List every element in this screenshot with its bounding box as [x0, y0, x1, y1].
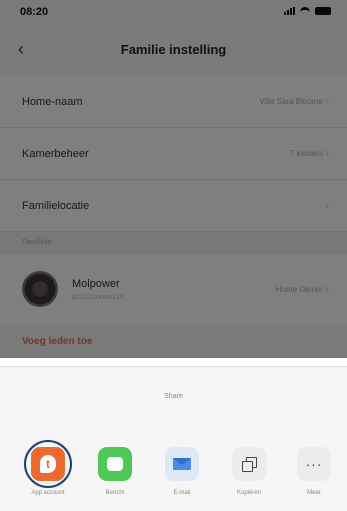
app-account-icon[interactable]: t [24, 440, 72, 488]
row-label: Kamerbeheer [22, 147, 89, 160]
wifi-icon [300, 7, 310, 15]
share-option-more[interactable]: ··· Meer [284, 447, 344, 496]
row-home-name[interactable]: Home-naam Villa Sara Bloome [0, 76, 347, 128]
member-account: a2102xxxxxxl.16 [72, 293, 124, 301]
member-role: Home Owner [276, 284, 329, 295]
status-icons [284, 7, 331, 15]
row-label: Home-naam [22, 95, 83, 108]
status-time: 08:20 [20, 6, 49, 18]
share-option-message[interactable]: Bericht [85, 447, 145, 496]
avatar [22, 271, 58, 307]
row-room-management[interactable]: Kamerbeheer 7 kamers [0, 128, 347, 180]
member-name: Molpower [72, 277, 120, 290]
row-value [326, 200, 329, 211]
share-sheet: Share t App account Bericht E-mail Kopië… [0, 366, 347, 511]
settings-list: Home-naam Villa Sara Bloome Kamerbeheer … [0, 76, 347, 232]
row-label: Familielocatie [22, 199, 90, 212]
share-label: Meer [307, 490, 321, 496]
member-row[interactable]: Molpower a2102xxxxxxl.16 Home Owner [0, 254, 347, 324]
page-title: Familie instelling [120, 42, 227, 57]
row-value: 7 kamers [290, 148, 329, 159]
share-label: Bericht [105, 490, 125, 496]
section-header-members: Familielid [0, 232, 347, 254]
copy-icon[interactable] [232, 447, 266, 481]
share-title: Share [164, 393, 183, 400]
share-option-app-account[interactable]: t App account [18, 440, 78, 496]
family-settings-screen: 08:20 ‹ Familie instelling Home-naam Vil… [0, 0, 347, 358]
share-option-email[interactable]: E-mail [152, 447, 212, 496]
share-option-copy[interactable]: Kopiëren [219, 447, 279, 496]
row-value: Villa Sara Bloome [259, 96, 329, 107]
highlight-ring [24, 440, 72, 488]
more-icon[interactable]: ··· [297, 447, 331, 481]
member-text: Molpower a2102xxxxxxl.16 [72, 278, 276, 301]
share-label: E-mail [173, 490, 191, 496]
signal-icon [284, 7, 295, 15]
share-label: Kopiëren [236, 490, 262, 496]
mail-icon[interactable] [165, 447, 199, 481]
add-member-button[interactable]: Voeg leden toe [22, 336, 92, 347]
battery-icon [315, 7, 331, 15]
message-icon[interactable] [98, 447, 132, 481]
nav-bar: ‹ Familie instelling [0, 30, 347, 68]
share-label: App account [31, 490, 65, 496]
row-family-location[interactable]: Familielocatie [0, 180, 347, 232]
status-bar: 08:20 [0, 0, 347, 22]
